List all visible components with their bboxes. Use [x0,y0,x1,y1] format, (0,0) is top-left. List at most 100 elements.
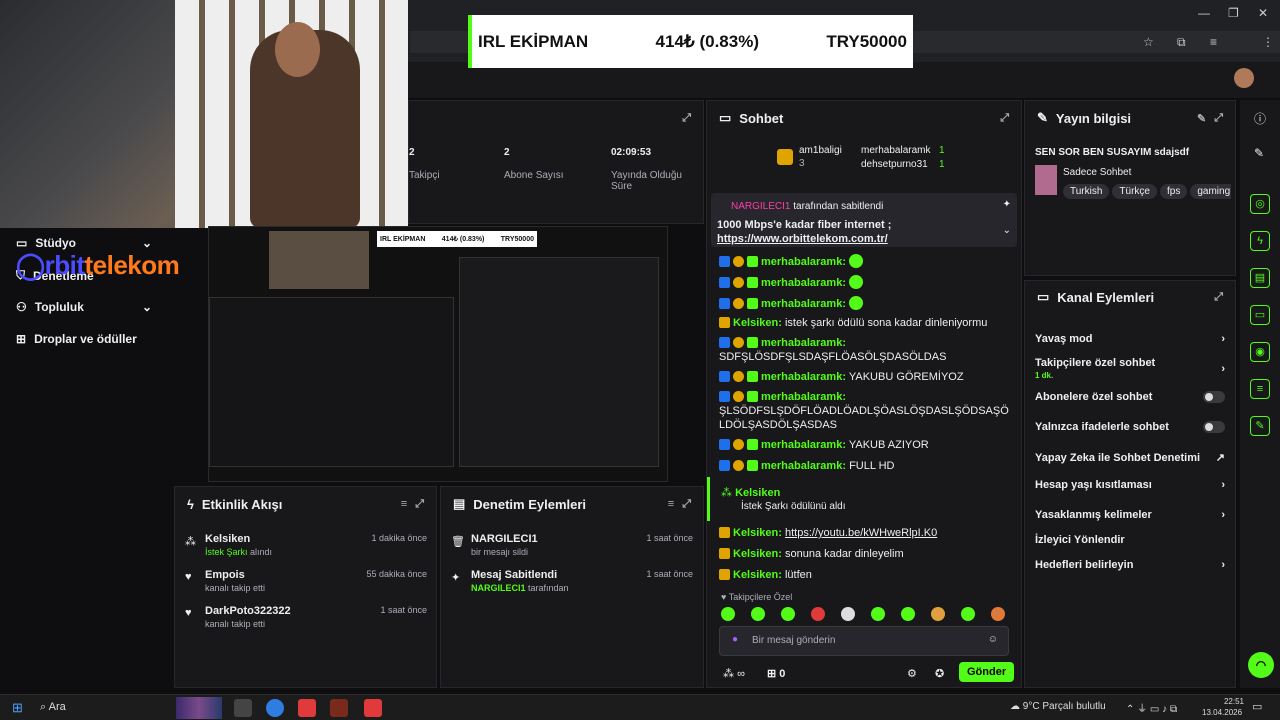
taskbar-app-icon[interactable] [364,699,382,717]
stream-stats-panel: ⤢ 2 Takipçi 2 Abone Sayısı 02:09:53 Yayında… [408,100,704,224]
goals-row[interactable]: Hedefleri belirleyin › [1035,559,1225,571]
chat-message: merhabalaramk: YAKUB AZIYOR [719,438,1009,452]
chat-message: Kelsiken: lütfen [719,568,1009,582]
pinned-message[interactable]: NARGILECI1 tarafından sabitlendi 1000 Mb… [711,193,1017,247]
broadcast-icon[interactable]: ◉ [1250,342,1270,362]
activity-item: ⁂ Kelsiken İstek Şarkı alındı 1 dakika önce [185,533,427,557]
stream-preview[interactable]: IRL EKİPMAN 414₺ (0.83%) TRY50000 [208,226,668,482]
minimize-icon[interactable]: — [1198,6,1210,20]
slow-mode-row[interactable]: Yavaş mod › [1035,333,1225,345]
popout-icon[interactable]: ⤢ [1000,112,1009,125]
studio-icon: ▭ [16,236,28,250]
stream-title: SEN SOR BEN SUSAYIM sdajsdf [1035,147,1190,158]
popout-icon[interactable]: ⤢ [682,112,691,125]
close-icon[interactable]: ✕ [1258,6,1268,20]
activity-item: ♥ DarkPoto322322 kanalı takip etti 1 saat ö… [185,605,427,629]
points-display[interactable]: ⁂ ∞ [723,667,745,680]
doc-icon[interactable]: ▤ [1250,268,1270,288]
orbit-telekom-logo: ◯rbittelekom [16,250,180,280]
chat-message: merhabalaramk: YAKUBU GÖREMİYOZ [719,370,1009,384]
emote-icon [841,607,855,621]
badge-icon[interactable]: ✪ [935,667,944,680]
reward-message: ⁂ Kelsiken İstek Şarkı ödülünü aldı [721,487,846,512]
chrome-icon[interactable] [266,699,284,717]
channel-actions-panel: ▭ Kanal Eylemleri ⤢ Yavaş mod › Takipçilere… [1024,280,1236,688]
moderation-item: ✦ Mesaj Sabitlendi NARGILECI1 tarafından 1 … [451,569,693,593]
scan-icon[interactable]: ◎ [1250,194,1270,214]
weather-widget[interactable]: ☁ 9°C Parçalı bulutlu [1010,701,1106,712]
category-label: Sadece Sohbet [1063,167,1132,178]
trophy-icon [777,149,793,165]
chevron-down-icon[interactable]: ⌄ [1003,225,1011,236]
stream-info-panel: ✎ Yayın bilgisi ✎ ⤢ SEN SOR BEN SUSAYIM sda… [1024,100,1236,276]
tag[interactable]: Türkçe [1112,184,1157,199]
clock-time[interactable]: 22:51 [1212,697,1244,706]
emote-icon [991,607,1005,621]
lightning-icon[interactable]: ϟ [1250,231,1270,251]
settings-icon[interactable]: ⚙ [907,667,917,680]
account-age-row[interactable]: Hesap yaşı kısıtlaması › [1035,479,1225,491]
preview-webcam [269,231,369,289]
subscribers-only-row[interactable]: Abonelere özel sohbet [1035,391,1225,403]
tag[interactable]: fps [1159,184,1188,199]
price-ticker: IRL EKİPMAN 414₺ (0.83%) TRY50000 [468,15,913,68]
popout-icon[interactable]: ⤢ [1214,291,1223,304]
emote-icon [811,607,825,621]
taskbar-app-icon[interactable] [330,699,348,717]
sidebar-item-drops[interactable]: ⊞ Droplar ve ödüller [16,332,137,346]
pin-icon[interactable]: ✦ [1003,199,1011,210]
filter-icon[interactable]: ≡ [668,498,674,510]
clock-date[interactable]: 13.04.2026 [1202,708,1242,717]
tag[interactable]: gaming [1190,184,1231,199]
media-icon[interactable]: ≡ [1210,35,1217,49]
tray-icons[interactable]: ⌃ ⏚ ▭ ♪ ⧉ [1126,700,1177,715]
avatar[interactable] [1234,68,1254,88]
stat-subscribers: 2 Abone Sayısı [504,147,564,181]
tag[interactable]: Turkish [1063,184,1110,199]
followers-only-row[interactable]: Takipçilere özel sohbet 1 dk. › [1035,357,1225,381]
side-rail: ⓘ ✎ ◎ ϟ ▤ ▭ ◉ ≡ ✎ ◠ [1240,100,1280,688]
extensions-icon[interactable]: ⧉ [1177,35,1186,50]
toggle-switch[interactable] [1203,421,1225,433]
maximize-icon[interactable]: ❐ [1228,6,1239,20]
windows-start-icon[interactable]: ⊞ [12,700,23,716]
sidebar-item-studio[interactable]: ▭ Stüdyo ⌄ [16,236,152,250]
emote-only-row[interactable]: Yalnızca ifadelerle sohbet [1035,421,1225,433]
popout-icon[interactable]: ⤢ [415,498,424,511]
emote-icon [901,607,915,621]
star-icon[interactable]: ☆ [1143,35,1154,49]
chat-input[interactable]: ● Bir mesaj gönderin ☺ [719,626,1009,656]
list-icon[interactable]: ≡ [1250,379,1270,399]
search-highlight-image [176,697,222,719]
taskbar-search[interactable]: ⌕ Ara [40,701,66,714]
help-icon[interactable]: ◠ [1248,652,1274,678]
gift-icon: ⊞ [16,332,27,346]
popout-icon[interactable]: ⤢ [682,498,691,511]
chat-icon[interactable]: ▭ [1250,305,1270,325]
toggle-switch[interactable] [1203,391,1225,403]
taskbar-app-icon[interactable] [298,699,316,717]
moderation-actions-panel: ▤ Denetim Eylemleri ≡ ⤢ 🗑 NARGILECI1 bir mesa… [440,486,704,688]
emote-icon [961,607,975,621]
taskbar: ⊞ ⌕ Ara ☁ 9°C Parçalı bulutlu ⌃ ⏚ ▭ ♪ ⧉ … [0,694,1280,720]
emote-icon [721,607,735,621]
sidebar-item-community[interactable]: ⚇ Topluluk ⌄ [16,300,152,314]
trash-icon: 🗑 [451,536,465,548]
edit-icon[interactable]: ✎ [1197,112,1206,125]
notification-icon[interactable]: ▭ [1252,700,1262,713]
gift-display[interactable]: ⊞ 0 [767,667,785,680]
popout-icon[interactable]: ⤢ [1214,112,1223,125]
raid-row[interactable]: İzleyici Yönlendir [1035,534,1225,546]
filter-icon[interactable]: ≡ [401,498,407,510]
info-icon[interactable]: ⓘ [1254,110,1266,127]
ai-moderation-row[interactable]: Yapay Zeka ile Sohbet Denetimi ↗ [1035,451,1225,465]
menu-icon[interactable]: ⋮ [1262,35,1274,49]
emote-icon [781,607,795,621]
taskbar-app-icon[interactable] [234,699,252,717]
pencil-icon[interactable]: ✎ [1254,146,1264,160]
banned-words-row[interactable]: Yasaklanmış kelimeler › [1035,509,1225,521]
emote-icon [849,275,864,289]
emote-bar[interactable] [721,607,1005,621]
send-button[interactable]: Gönder [959,662,1015,682]
wrench-icon[interactable]: ✎ [1250,416,1270,436]
